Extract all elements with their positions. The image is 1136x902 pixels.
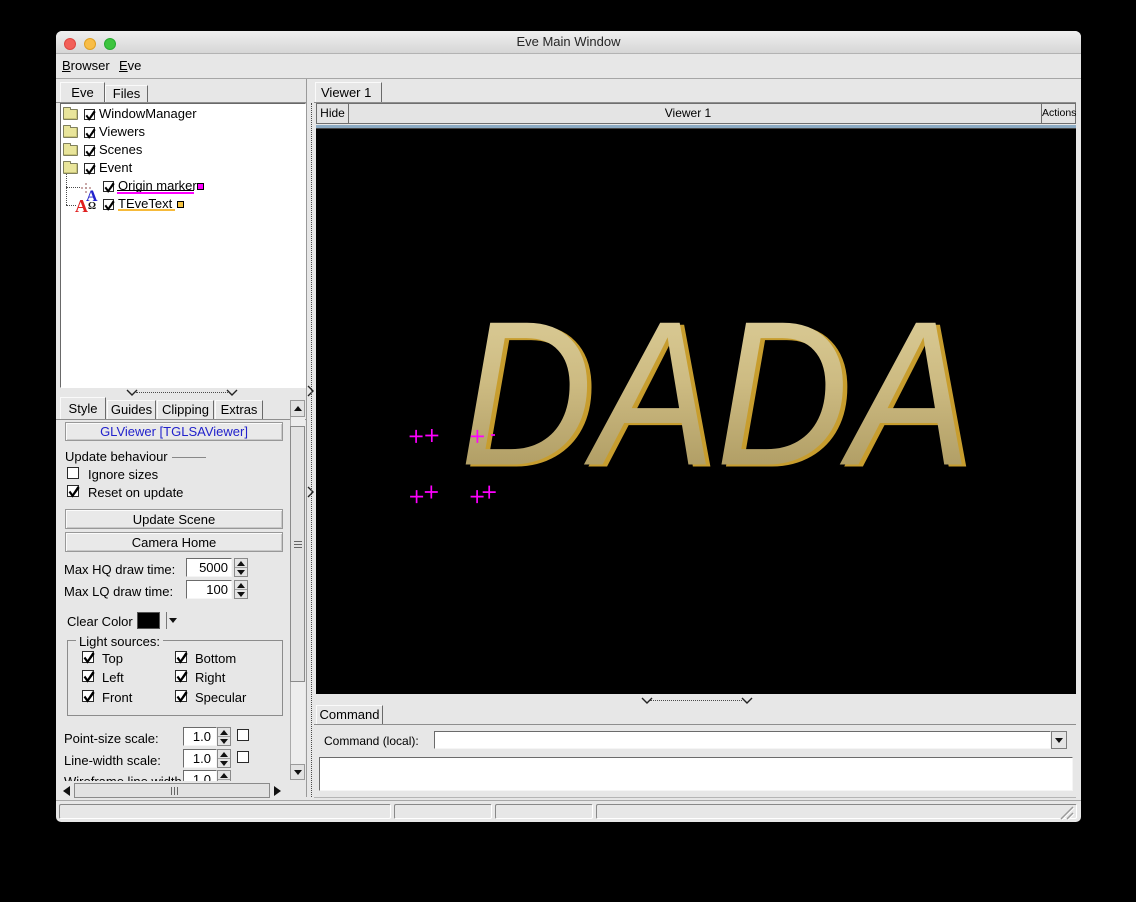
svg-text:DADA: DADA (460, 279, 972, 509)
